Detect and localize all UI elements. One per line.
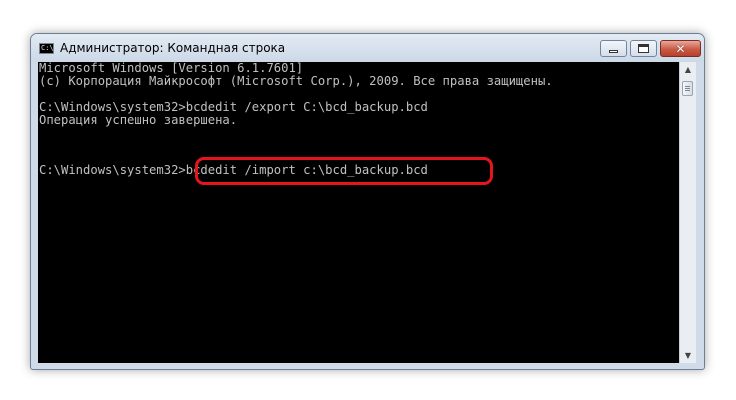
thumb-grip [685,90,690,91]
close-button[interactable]: ✕ [660,40,701,57]
scroll-down-arrow-icon[interactable]: ▼ [680,348,696,363]
maximize-icon [638,44,649,53]
minimize-button[interactable] [600,40,627,57]
command-prompt-window[interactable]: C:\ Администратор: Командная строка ✕ Mi… [30,33,705,370]
thumb-grip [685,88,690,89]
console-line-version: Microsoft Windows [Version 6.1.7601] [39,62,304,75]
cmd-icon[interactable]: C:\ [39,43,54,54]
scroll-up-arrow-icon[interactable]: ▲ [680,62,696,77]
console-output[interactable]: Microsoft Windows [Version 6.1.7601] (c)… [38,62,679,363]
title-bar[interactable]: C:\ Администратор: Командная строка ✕ [31,34,704,62]
console-line-export-command: C:\Windows\system32>bcdedit /export C:\b… [39,101,428,114]
minimize-icon [609,50,618,53]
console-line-success-message: Операция успешно завершена. [39,114,238,127]
vertical-scrollbar[interactable]: ▲ ▼ [679,62,696,363]
scrollbar-thumb[interactable] [682,81,693,96]
close-icon: ✕ [675,41,686,56]
maximize-button[interactable] [630,40,657,57]
thumb-grip [685,86,690,87]
window-title: Администратор: Командная строка [60,41,286,55]
console-line-copyright: (c) Корпорация Майкрософт (Microsoft Cor… [39,75,553,88]
highlight-frame [195,157,493,185]
